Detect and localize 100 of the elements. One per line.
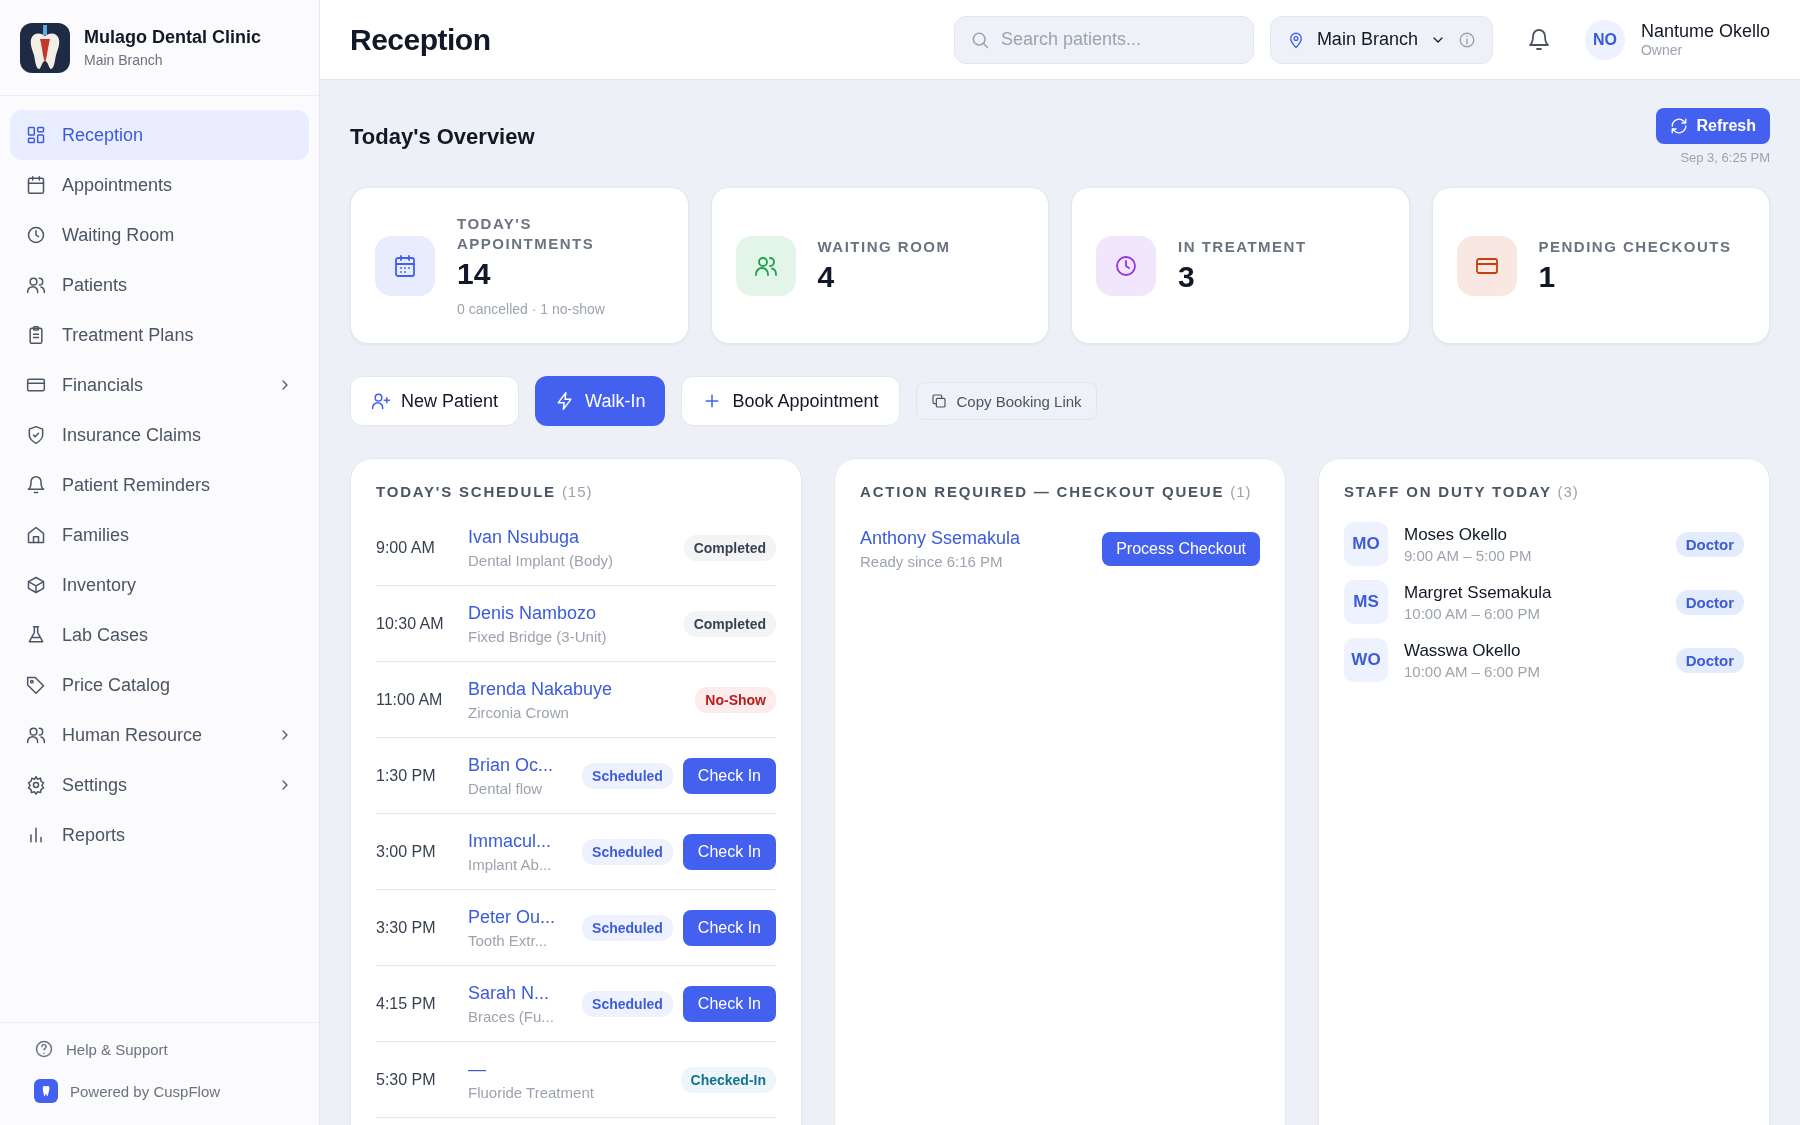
tag-icon [26,675,46,695]
panel-title: STAFF ON DUTY TODAY (3) [1344,483,1580,500]
sidebar-item[interactable]: Treatment Plans [10,310,309,360]
people-icon [26,275,46,295]
user-role: Owner [1640,42,1684,58]
stat-label: IN TREATMENT [1178,236,1307,257]
appointment-time: 11:00 AM [376,690,444,709]
sidebar-item[interactable]: Settings [10,760,309,810]
copy-icon [930,393,947,409]
shield-icon [26,425,46,445]
check-in-button[interactable]: Check In [682,909,776,946]
help-icon [34,1039,54,1059]
sidebar-item[interactable]: Inventory [10,560,309,610]
branch-dropdown[interactable]: Main Branch [1269,15,1493,64]
appointment-time: 1:30 PM [376,766,437,785]
procedure-name: Braces (Fu... [468,1007,555,1025]
action-button[interactable]: New Patient [350,376,520,426]
patient-link[interactable]: Denis Nambozo [468,602,674,624]
panel-title: ACTION REQUIRED — CHECKOUT QUEUE (1) [860,483,1253,500]
clinic-branch: Main Branch [84,52,164,68]
patient-link[interactable]: Peter Ou... [468,906,573,928]
patient-link[interactable]: Sarah N... [468,982,573,1004]
sidebar-item[interactable]: Insurance Claims [10,410,309,460]
ready-time: Ready since 6:16 PM [860,553,1004,570]
role-badge: Doctor [1675,589,1744,615]
staff-name: Wasswa Okello [1404,640,1522,661]
appointment-time: 3:00 PM [376,842,437,861]
procedure-name: Zirconia Crown [468,703,570,721]
procedure-name: Dental Implant (Body) [468,551,615,569]
check-in-button[interactable]: Check In [682,757,776,794]
powered-by-text: Powered by CuspFlow [70,1082,221,1100]
appointment-time: 3:30 PM [376,918,437,937]
procedure-name: Dental flow [468,779,544,797]
sidebar-item[interactable]: Price Catalog [10,660,309,710]
stat-value: 14 [457,257,492,291]
stat-note: 0 cancelled · 1 no-show [457,301,606,317]
staff-avatar: WO [1344,638,1388,682]
stat-value: 1 [1538,260,1557,295]
page-title: Reception [350,22,492,57]
status-badge: Scheduled [582,762,673,789]
status-badge: Checked-In [680,1066,776,1093]
check-in-button[interactable]: Check In [682,833,776,870]
refresh-button[interactable]: Refresh [1656,108,1770,144]
patient-link[interactable]: Immacul... [468,830,573,852]
sidebar-item[interactable]: Families [10,510,309,560]
stat-value: 4 [817,260,836,295]
sidebar-item[interactable]: Patients [10,260,309,310]
patient-link[interactable]: Brian Oc... [468,754,573,776]
info-icon [1457,30,1476,49]
search-field[interactable]: Search patients... [953,15,1254,64]
sidebar-item[interactable]: Patient Reminders [10,460,309,510]
action-button[interactable]: Copy Booking Link [915,382,1097,420]
sidebar-item[interactable]: Human Resource [10,710,309,760]
panel-title: TODAY'S SCHEDULE (15) [376,483,594,500]
add-person-icon [371,391,391,411]
bell-icon [26,475,46,495]
status-badge: Scheduled [582,838,673,865]
clock-icon [1114,253,1138,278]
staff-avatar: MO [1344,522,1388,566]
help-link[interactable]: Help & Support [34,1039,285,1059]
tooth-logo-icon [20,22,70,73]
stat-label: WAITING ROOM [817,236,951,257]
action-button[interactable]: Book Appointment [681,376,900,426]
card-icon [26,375,46,395]
sidebar-item[interactable]: Appointments [10,160,309,210]
sidebar-item[interactable]: Waiting Room [10,210,309,260]
patient-link[interactable]: Brenda Nakabuye [468,678,686,700]
flask-icon [26,625,46,645]
appointment-time: 10:30 AM [376,614,445,633]
role-badge: Doctor [1675,647,1744,673]
patient-link[interactable]: — [468,1058,671,1080]
settings-icon [26,775,46,795]
user-name: Nantume Okello [1640,21,1770,42]
sidebar-item[interactable]: Reception [10,110,309,160]
procedure-name: Implant Ab... [468,855,553,873]
status-badge: Scheduled [582,990,673,1017]
section-title: Today's Overview [350,124,535,150]
check-in-button[interactable]: Check In [682,985,776,1022]
stat-label: PENDING CHECKOUTS [1538,236,1732,257]
status-badge: Completed [683,610,776,637]
procedure-name: Fixed Bridge (3-Unit) [468,627,608,645]
house-icon [26,525,46,545]
action-button[interactable]: Walk-In [535,376,666,426]
staff-name: Margret Ssemakula [1404,582,1553,603]
staff-avatar: MS [1344,580,1388,624]
sidebar-item[interactable]: Lab Cases [10,610,309,660]
box-icon [26,575,46,595]
sidebar-item[interactable]: Reports [10,810,309,860]
user-avatar[interactable]: NO [1584,19,1625,60]
process-checkout-button[interactable]: Process Checkout [1102,532,1260,566]
patient-link[interactable]: Anthony Ssemakula [860,528,1021,549]
clinic-name: Mulago Dental Clinic [84,27,261,48]
stat-value: 3 [1178,260,1196,295]
calendar-icon [26,175,46,195]
refresh-icon [1670,117,1689,135]
procedure-name: Tooth Extr... [468,931,549,949]
staff-hours: 10:00 AM – 6:00 PM [1404,604,1541,622]
appointment-time: 9:00 AM [376,538,436,557]
patient-link[interactable]: Ivan Nsubuga [468,526,674,548]
sidebar-item[interactable]: Financials [10,360,309,410]
